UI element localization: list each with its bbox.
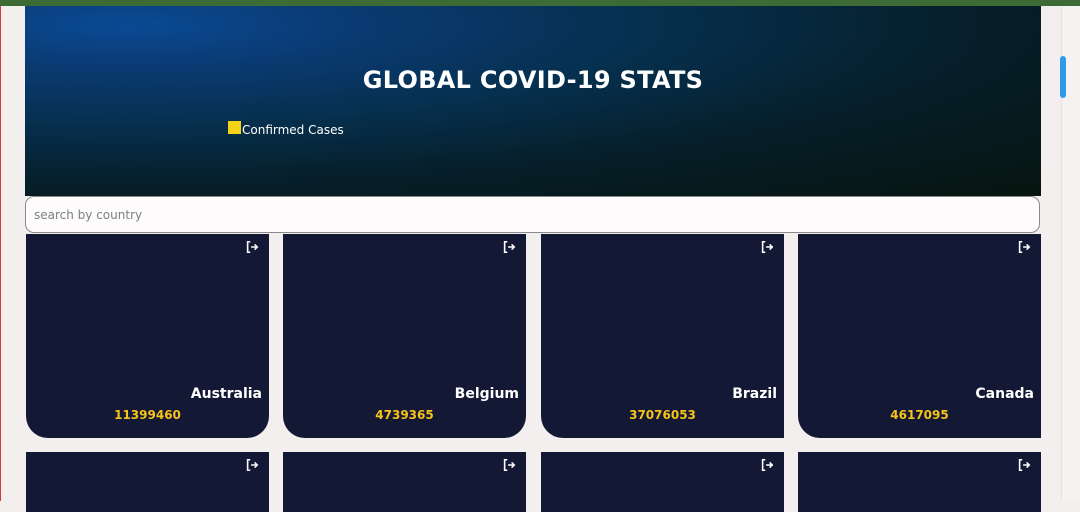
page-title: GLOBAL COVID-19 STATS bbox=[362, 66, 704, 94]
scrollbar-thumb[interactable] bbox=[1060, 56, 1066, 98]
external-link-icon[interactable] bbox=[502, 240, 516, 254]
hero-banner: GLOBAL COVID-19 STATS Confirmed Cases bbox=[25, 6, 1041, 196]
confirmed-cases: 4617095 bbox=[890, 408, 949, 422]
legend-label: Confirmed Cases bbox=[242, 123, 344, 137]
country-name: Belgium bbox=[454, 386, 519, 402]
confirmed-cases: 4739365 bbox=[375, 408, 434, 422]
search-box bbox=[25, 196, 1040, 233]
country-card[interactable] bbox=[283, 452, 526, 512]
window-border-left bbox=[0, 6, 1, 501]
external-link-icon[interactable] bbox=[1017, 458, 1031, 472]
confirmed-cases: 11399460 bbox=[114, 408, 181, 422]
external-link-icon[interactable] bbox=[502, 458, 516, 472]
country-card[interactable]: Belgium 4739365 bbox=[283, 234, 526, 438]
country-card[interactable] bbox=[26, 452, 269, 512]
country-card[interactable]: Canada 4617095 bbox=[798, 234, 1041, 438]
external-link-icon[interactable] bbox=[1017, 240, 1031, 254]
external-link-icon[interactable] bbox=[760, 458, 774, 472]
country-name: Canada bbox=[975, 386, 1034, 402]
country-card[interactable]: Brazil 37076053 bbox=[541, 234, 784, 438]
country-name: Brazil bbox=[732, 386, 777, 402]
country-card[interactable] bbox=[798, 452, 1041, 512]
external-link-icon[interactable] bbox=[760, 240, 774, 254]
chart-legend: Confirmed Cases bbox=[228, 120, 344, 137]
external-link-icon[interactable] bbox=[245, 240, 259, 254]
external-link-icon[interactable] bbox=[245, 458, 259, 472]
search-input[interactable] bbox=[26, 197, 1039, 232]
country-card[interactable]: Australia 11399460 bbox=[26, 234, 269, 438]
legend-swatch bbox=[228, 121, 241, 134]
country-name: Australia bbox=[190, 386, 262, 402]
confirmed-cases: 37076053 bbox=[629, 408, 696, 422]
country-card[interactable] bbox=[541, 452, 784, 512]
